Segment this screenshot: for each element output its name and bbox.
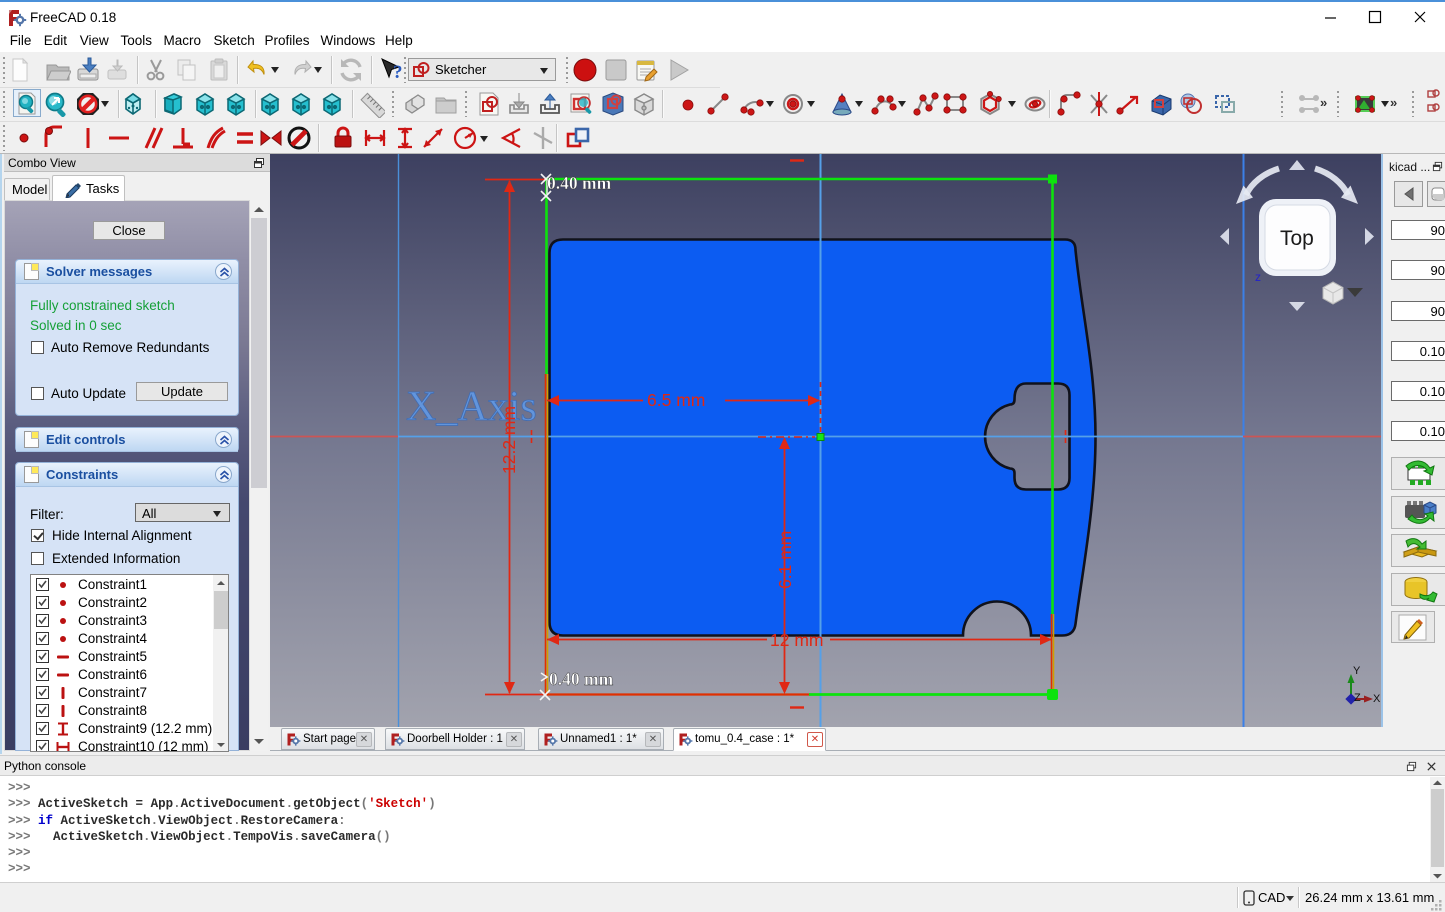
svg-text:0.40 mm: 0.40 mm xyxy=(547,173,612,193)
svg-text:X: X xyxy=(1373,693,1381,705)
svg-text:12 mm: 12 mm xyxy=(770,630,823,650)
svg-text:12.2 mm: 12.2 mm xyxy=(499,406,519,474)
svg-text:?: ? xyxy=(393,62,403,83)
svg-text:Top: Top xyxy=(1280,227,1314,250)
svg-text:Y: Y xyxy=(1353,665,1361,677)
svg-text:z: z xyxy=(1255,270,1261,284)
svg-text:6.1 mm: 6.1 mm xyxy=(775,531,795,589)
svg-text:0.40 mm: 0.40 mm xyxy=(549,669,614,689)
svg-text:Z: Z xyxy=(1354,692,1361,704)
svg-text:6.5 mm: 6.5 mm xyxy=(647,390,705,410)
